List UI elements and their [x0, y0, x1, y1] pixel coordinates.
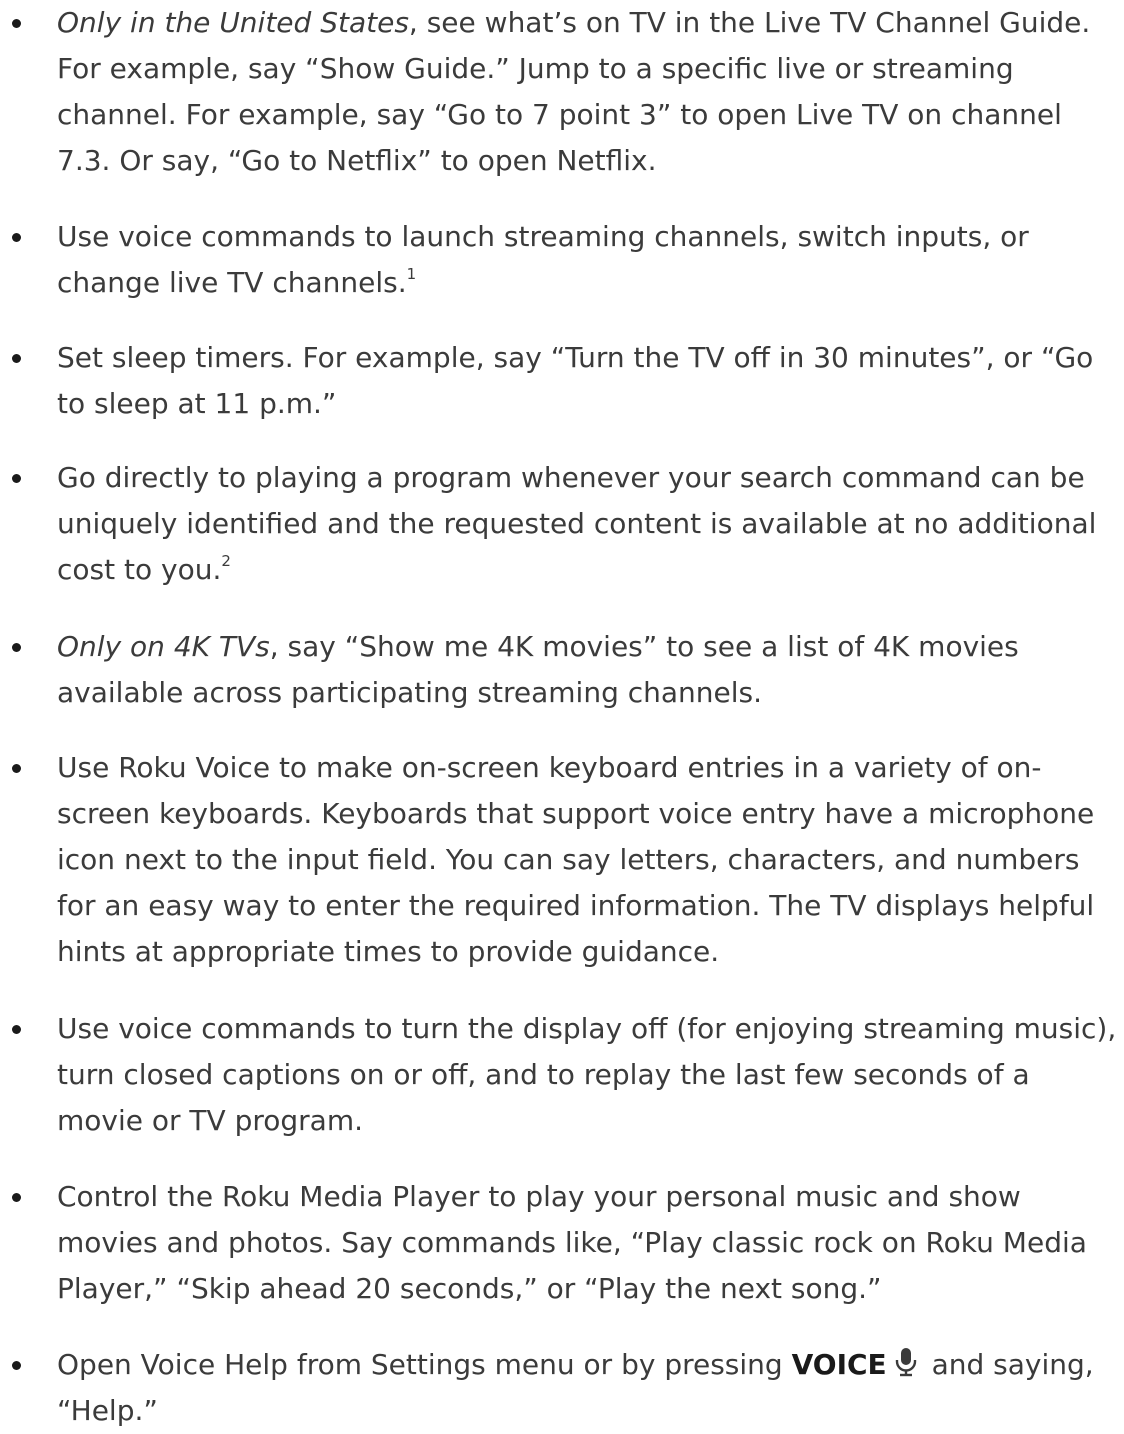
list-item: Use voice commands to launch streaming c… — [0, 214, 1121, 306]
bullet-icon — [12, 233, 21, 242]
bullet-icon — [12, 1193, 21, 1202]
item-emphasis: Only in the United States — [57, 6, 409, 39]
list-item: Set sleep timers. For example, say “Turn… — [0, 335, 1121, 427]
bullet-icon — [12, 764, 21, 773]
list-item: Go directly to playing a program wheneve… — [0, 455, 1121, 593]
list-item: Open Voice Help from Settings menu or by… — [0, 1342, 1121, 1434]
list-item: Only on 4K TVs, say “Show me 4K movies” … — [0, 624, 1121, 716]
bullet-icon — [12, 1361, 21, 1370]
item-text: Open Voice Help from Settings menu or by… — [57, 1348, 783, 1381]
bullet-icon — [12, 643, 21, 652]
item-text: Set sleep timers. For example, say “Turn… — [57, 341, 1094, 420]
voice-button-label: VOICE — [791, 1348, 887, 1381]
item-text: Go directly to playing a program wheneve… — [57, 461, 1097, 586]
bullet-icon — [12, 19, 21, 28]
bullet-icon — [12, 354, 21, 363]
item-text: Use voice commands to turn the display o… — [57, 1012, 1117, 1137]
list-item: Use Roku Voice to make on-screen keyboar… — [0, 745, 1121, 975]
item-text: Use Roku Voice to make on-screen keyboar… — [57, 751, 1095, 968]
footnote-marker: 1 — [406, 265, 417, 283]
microphone-icon — [895, 1348, 916, 1377]
item-emphasis: Only on 4K TVs — [57, 630, 270, 663]
bullet-icon — [12, 474, 21, 483]
list-item: Only in the United States, see what’s on… — [0, 0, 1121, 184]
list-item: Control the Roku Media Player to play yo… — [0, 1174, 1121, 1312]
list-item: Use voice commands to turn the display o… — [0, 1006, 1121, 1144]
item-text: Control the Roku Media Player to play yo… — [57, 1180, 1087, 1305]
footnote-marker: 2 — [221, 552, 231, 570]
bullet-icon — [12, 1025, 21, 1034]
item-text: Use voice commands to launch streaming c… — [57, 220, 1029, 299]
